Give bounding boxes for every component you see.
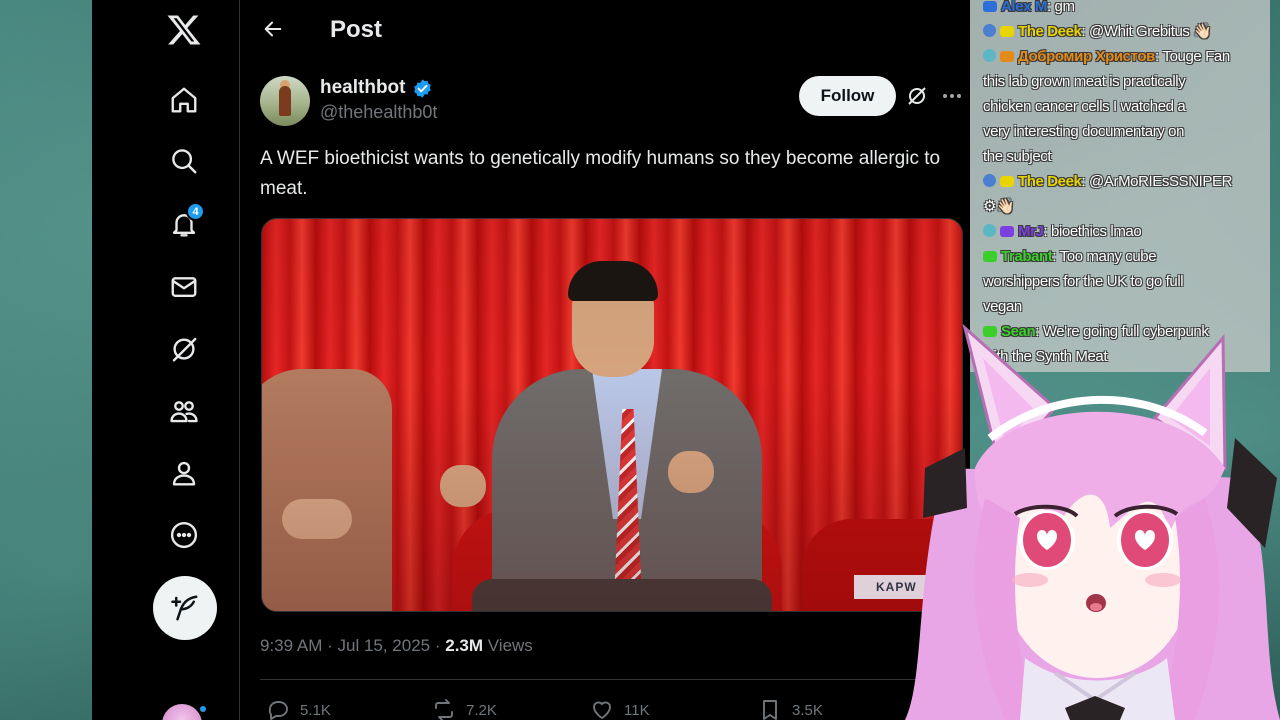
- follow-button[interactable]: Follow: [799, 76, 896, 116]
- twitch-badge-icon: [983, 1, 997, 12]
- profile-icon[interactable]: [164, 453, 204, 493]
- chat-message-continued: worshippers for the UK to go full: [983, 273, 1184, 290]
- verified-badge-icon: [414, 79, 431, 98]
- post-more-icon[interactable]: [940, 84, 964, 108]
- author-name[interactable]: healthbot: [320, 77, 406, 99]
- back-arrow-icon: [264, 21, 282, 37]
- post-date[interactable]: Jul 15, 2025: [337, 636, 430, 655]
- chat-message-continued: vegan: [983, 298, 1022, 315]
- youtube-badge-icon: [1000, 176, 1014, 187]
- communities-icon[interactable]: [164, 391, 204, 431]
- chat-message: Alex M: gm: [983, 0, 1075, 19]
- stream-chat-overlay: Alex M: gm The Deek: @Whit Grebitus 👋🏻 Д…: [970, 0, 1270, 372]
- reply-button[interactable]: 5.1K: [266, 698, 331, 720]
- post-timestamp: 9:39 AM · Jul 15, 2025 · 2.3M Views: [260, 636, 533, 655]
- chat-message: The Deek: @ArMoRIEsSSNIPER: [983, 169, 1232, 194]
- chat-message-continued: this lab grown meat is practically: [983, 73, 1186, 90]
- youtube-badge-icon: [1000, 226, 1014, 237]
- chat-message-continued: very interesting documentary on: [983, 123, 1185, 140]
- youtube-badge-icon: [983, 251, 997, 262]
- heart-icon: [593, 701, 611, 719]
- sidebar: 4: [92, 0, 240, 720]
- x-app-window: 4 Post healthbot @thehealthb0t Follow A …: [92, 0, 970, 720]
- bookmark-count: 3.5K: [792, 701, 823, 719]
- chat-message: Trabant: Too many cube: [983, 244, 1157, 269]
- like-count: 11K: [624, 701, 650, 719]
- chat-message: MrJ: bioethics lmao: [983, 219, 1142, 244]
- moderator-badge-icon: [983, 174, 996, 187]
- youtube-badge-icon: [1000, 26, 1014, 37]
- grok-icon[interactable]: [164, 329, 204, 369]
- chat-message-continued: the subject: [983, 148, 1052, 165]
- repost-count: 7.2K: [466, 701, 497, 719]
- chat-message: Добромир Христов: Touge Fan: [983, 44, 1230, 69]
- post-detail-column: Post healthbot @thehealthb0t Follow A WE…: [240, 0, 970, 720]
- messages-envelope-icon[interactable]: [164, 267, 204, 307]
- views-label: Views: [487, 636, 533, 655]
- post-text: A WEF bioethicist wants to genetically m…: [260, 148, 941, 199]
- repost-icon: [435, 699, 453, 720]
- post-video[interactable]: KAPW: [261, 218, 963, 612]
- moderator-badge-icon: [983, 24, 996, 37]
- bookmark-icon: [763, 700, 777, 720]
- account-avatar[interactable]: [162, 704, 202, 720]
- x-logo-icon[interactable]: [166, 12, 206, 52]
- star-badge-icon: [983, 49, 996, 62]
- reply-icon: [268, 701, 288, 720]
- bookmark-button[interactable]: 3.5K: [758, 698, 823, 720]
- views-count: 2.3M: [445, 636, 484, 655]
- chat-message-continued: ⚙👋🏻: [983, 198, 1015, 215]
- grok-explain-icon[interactable]: [905, 84, 929, 108]
- star-badge-icon: [983, 224, 996, 237]
- feather-plus-icon: [171, 595, 198, 621]
- like-button[interactable]: 11K: [590, 698, 650, 720]
- more-options-icon[interactable]: [164, 515, 204, 555]
- chat-message: The Deek: @Whit Grebitus 👋🏻: [983, 19, 1212, 44]
- author-avatar[interactable]: [260, 76, 310, 126]
- search-icon[interactable]: [164, 141, 204, 181]
- account-status-dot: [198, 704, 208, 714]
- post-time[interactable]: 9:39 AM: [260, 636, 322, 655]
- chat-message-continued: chicken cancer cells I watched a: [983, 98, 1186, 115]
- repost-button[interactable]: 7.2K: [432, 698, 497, 720]
- compose-post-button[interactable]: [153, 576, 217, 640]
- home-icon[interactable]: [164, 80, 204, 120]
- page-title: Post: [330, 16, 383, 43]
- author-handle[interactable]: @thehealthb0t: [320, 102, 437, 123]
- youtube-badge-icon: [1000, 51, 1014, 62]
- divider: [260, 679, 960, 680]
- back-button[interactable]: [258, 14, 288, 44]
- reply-count: 5.1K: [300, 701, 331, 719]
- vtuber-avatar: [905, 323, 1280, 720]
- notification-count-badge: 4: [186, 202, 205, 221]
